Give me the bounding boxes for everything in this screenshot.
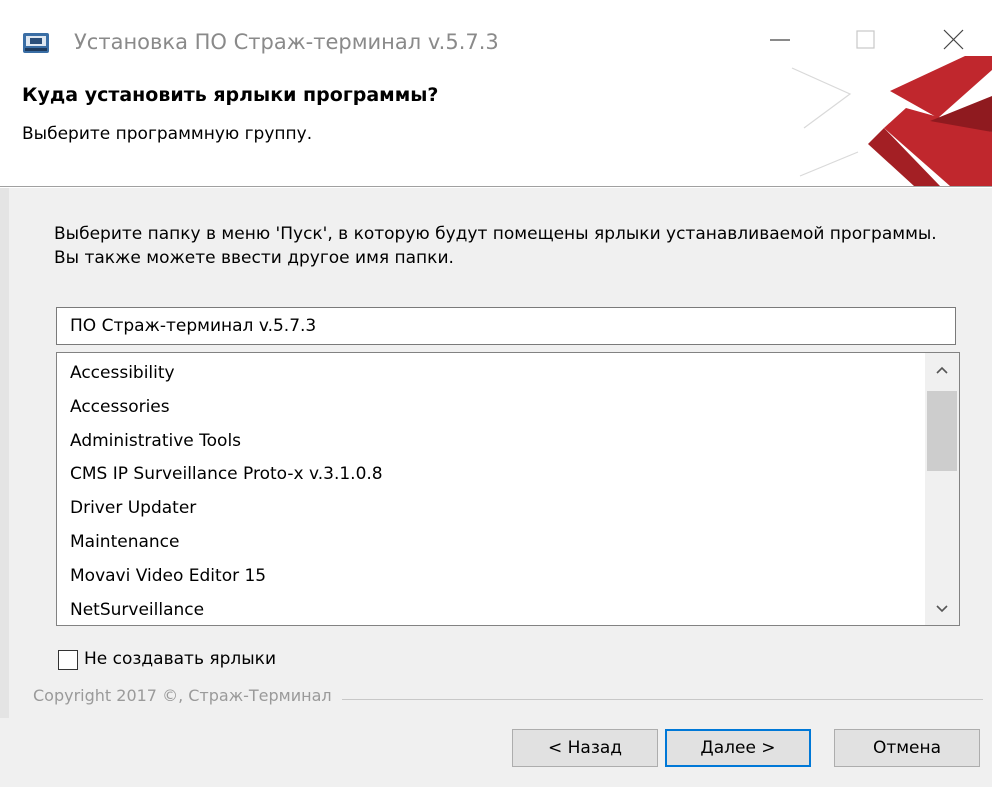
cancel-button[interactable]: Отмена [834, 729, 980, 767]
folder-list-items: Accessibility Accessories Administrative T… [57, 353, 923, 625]
next-button[interactable]: Далее > [665, 729, 811, 767]
list-item[interactable]: Accessories [57, 391, 923, 425]
wizard-header: Куда установить ярлыки программы? Выбери… [0, 56, 992, 186]
list-item[interactable]: NetSurveillance [57, 594, 923, 625]
maximize-button[interactable] [846, 20, 886, 60]
list-item[interactable]: Movavi Video Editor 15 [57, 560, 923, 594]
left-frame-edge [0, 188, 9, 718]
list-item[interactable]: CMS IP Surveillance Proto-x v.3.1.0.8 [57, 458, 923, 492]
folder-list[interactable]: Accessibility Accessories Administrative T… [56, 352, 960, 626]
window-title: Установка ПО Страж-терминал v.5.7.3 [74, 30, 499, 54]
copyright-text: Copyright 2017 ©, Страж-Терминал [33, 686, 342, 705]
page-title: Куда установить ярлыки программы? [22, 84, 439, 106]
list-item[interactable]: Driver Updater [57, 492, 923, 526]
instruction-text: Выберите папку в меню 'Пуск', в которую … [54, 224, 937, 268]
maximize-icon [856, 30, 875, 49]
header-divider-highlight [0, 187, 992, 188]
title-bar[interactable]: Установка ПО Страж-терминал v.5.7.3 [0, 0, 992, 56]
installer-window: Установка ПО Страж-терминал v.5.7.3 Куда… [0, 0, 992, 787]
brand-logo-graphic [791, 56, 992, 186]
page-subtitle: Выберите программную группу. [22, 124, 313, 144]
list-item[interactable]: Accessibility [57, 357, 923, 391]
no-shortcuts-label[interactable]: Не создавать ярлыки [84, 649, 276, 669]
scroll-down-button[interactable] [925, 591, 959, 625]
scroll-up-button[interactable] [925, 353, 959, 387]
chevron-up-icon [936, 366, 948, 374]
folder-list-scrollbar[interactable] [925, 353, 959, 625]
no-shortcuts-checkbox[interactable] [58, 650, 78, 670]
folder-name-input[interactable] [56, 307, 956, 345]
scroll-thumb[interactable] [927, 391, 957, 471]
chevron-down-icon [936, 605, 948, 613]
installer-app-icon [22, 30, 50, 54]
list-item[interactable]: Maintenance [57, 526, 923, 560]
minimize-icon [770, 39, 790, 41]
list-item[interactable]: Administrative Tools [57, 425, 923, 459]
minimize-button[interactable] [760, 20, 800, 60]
back-button[interactable]: < Назад [512, 729, 658, 767]
close-icon [943, 29, 964, 50]
close-button[interactable] [935, 20, 975, 60]
